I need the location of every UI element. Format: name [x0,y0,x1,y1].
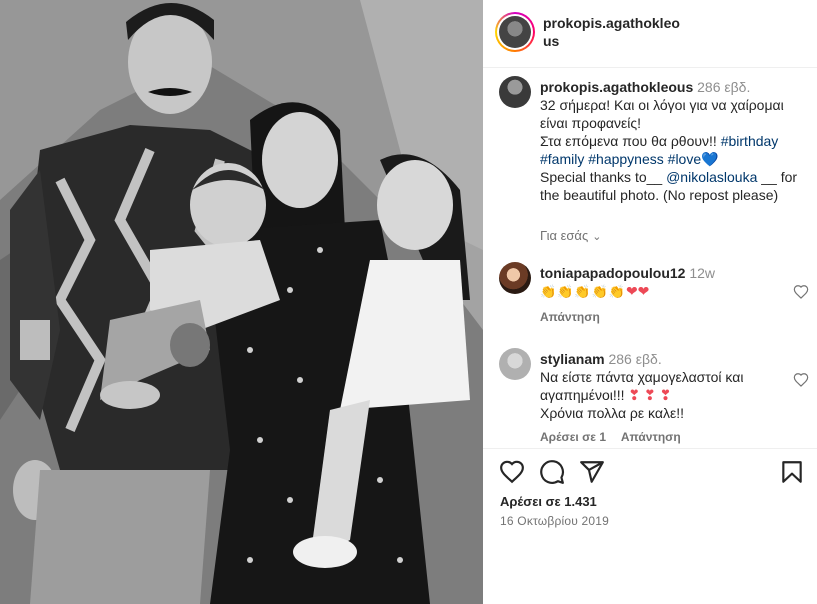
mention-link[interactable]: @nikolaslouka [666,169,757,185]
hashtag-love[interactable]: #love [668,151,701,167]
post-header: prokopis.agathokleous [483,0,817,68]
comment-username[interactable]: toniapapadopoulou12 [540,265,685,281]
thanks-prefix: Special thanks to__ [540,169,667,185]
author-username[interactable]: prokopis.agathokleous [543,14,683,50]
blue-heart-emoji: 💙 [701,151,719,167]
comment-actions: Απάντηση [540,310,612,324]
comment-actions: Αρέσει σε 1 Απάντηση [540,430,693,444]
author-avatar[interactable] [495,12,535,52]
caption-text: prokopis.agathokleous 286 εβδ. 32 σήμερα… [540,78,805,204]
heart-emojis: ❤❤ [625,283,650,299]
heart-icon[interactable] [499,459,525,485]
comment-like-heart-icon[interactable] [793,284,809,300]
caption-line2: Στα επόμενα που θα ρθουν!! [540,133,721,149]
reply-button[interactable]: Απάντηση [621,430,681,444]
post-photo[interactable] [0,0,483,604]
heart-exclamation-emojis: ❣ ❣ ❣ [628,387,672,403]
comment-text: stylianam 286 εβδ. Να είστε πάντα χαμογε… [540,350,765,422]
comment-avatar[interactable] [499,262,531,294]
comment-time[interactable]: 286 εβδ. [608,351,661,367]
likes-count[interactable]: Αρέσει σε 1.431 [500,494,597,509]
caption-username[interactable]: prokopis.agathokleous [540,79,693,95]
share-icon[interactable] [579,459,605,485]
comment-likes-link[interactable]: Αρέσει σε 1 [540,430,606,444]
comment-icon[interactable] [539,459,565,485]
clap-emojis: 👏👏👏👏👏 [540,284,626,299]
hashtag-birthday[interactable]: #birthday [721,133,779,149]
hashtag-family[interactable]: #family [540,151,584,167]
comment-username[interactable]: stylianam [540,351,605,367]
caption-time[interactable]: 286 εβδ. [697,79,750,95]
post-sidebar: prokopis.agathokleous prokopis.agathokle… [483,0,817,604]
comment-time[interactable]: 12w [689,265,715,281]
reply-button[interactable]: Απάντηση [540,310,600,324]
translate-label: Για εσάς [540,228,589,243]
comment-text: toniapapadopoulou12 12w 👏👏👏👏👏❤❤ [540,264,765,301]
bookmark-icon[interactable] [779,459,805,485]
comment-like-heart-icon[interactable] [793,372,809,388]
family-photo [0,0,483,604]
caption-line1: 32 σήμερα! Και οι λόγοι για να χαίρομαι … [540,97,784,131]
post-date[interactable]: 16 Οκτωβρίου 2019 [500,514,609,528]
translate-button[interactable]: Για εσάς ⌄ [540,228,601,243]
comment-body-line2: Χρόνια πολλα ρε καλε!! [540,405,684,421]
post-actions [483,448,817,496]
hashtag-happyness[interactable]: #happyness [588,151,664,167]
comment-avatar[interactable] [499,348,531,380]
chevron-down-icon: ⌄ [592,231,602,243]
caption-avatar[interactable] [499,76,531,108]
